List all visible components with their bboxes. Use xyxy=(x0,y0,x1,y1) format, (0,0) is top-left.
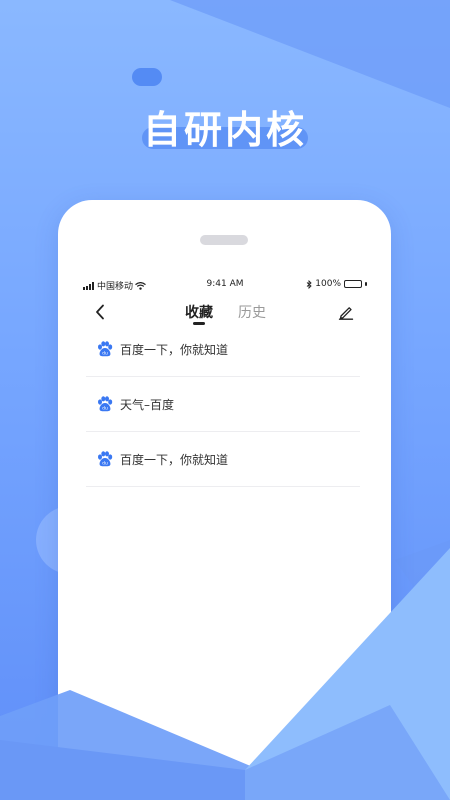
baidu-paw-icon: du xyxy=(98,451,113,467)
decorative-pill xyxy=(132,68,162,86)
status-bar: 中国移动 9:41 AM 100% xyxy=(83,279,367,293)
bookmark-title: 百度一下，你就知道 xyxy=(120,342,229,357)
baidu-paw-icon: du xyxy=(98,341,113,357)
bookmark-title: 百度一下，你就知道 xyxy=(120,452,229,467)
edit-button[interactable] xyxy=(336,302,356,322)
svg-text:du: du xyxy=(102,406,108,412)
bookmark-title: 天气–百度 xyxy=(120,397,175,412)
battery-cap xyxy=(365,282,367,286)
phone-mockup: 中国移动 9:41 AM 100% 收藏 历史 du 百度一下，你就知道 du … xyxy=(58,200,391,800)
list-item[interactable]: du 天气–百度 xyxy=(86,377,360,432)
svg-text:du: du xyxy=(102,461,108,467)
promo-headline-area: 自研内核 xyxy=(0,68,450,165)
phone-speaker xyxy=(200,235,248,245)
pencil-icon xyxy=(338,307,354,320)
chevron-left-icon xyxy=(96,304,104,320)
list-item[interactable]: du 百度一下，你就知道 xyxy=(86,432,360,487)
bluetooth-icon xyxy=(306,279,312,289)
battery-percent: 100% xyxy=(315,279,341,289)
tab-history[interactable]: 历史 xyxy=(238,302,266,322)
baidu-paw-icon: du xyxy=(98,396,113,412)
back-button[interactable] xyxy=(90,302,110,322)
promo-headline: 自研内核 xyxy=(142,108,307,152)
battery-icon xyxy=(344,280,362,288)
list-item[interactable]: du 百度一下，你就知道 xyxy=(86,322,360,377)
bookmark-list: du 百度一下，你就知道 du 天气–百度 du 百度一下，你就知道 xyxy=(86,322,360,487)
svg-text:du: du xyxy=(102,351,108,357)
tab-favorites[interactable]: 收藏 xyxy=(185,302,213,322)
status-right: 100% xyxy=(306,279,367,289)
